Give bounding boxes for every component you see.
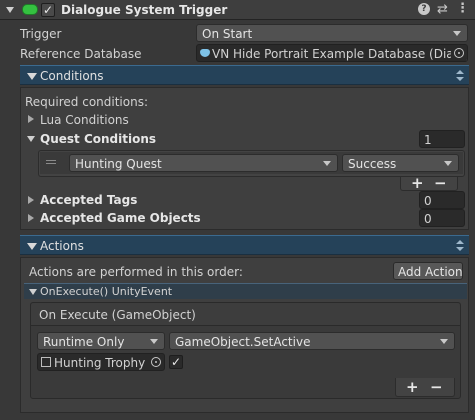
- collapse-arrow-icon[interactable]: [27, 136, 35, 142]
- reference-database-field[interactable]: VN Hide Portrait Example Database (Dialo…: [196, 44, 468, 62]
- accepted-game-objects-count[interactable]: 0: [419, 209, 465, 227]
- expand-arrow-icon[interactable]: [28, 196, 34, 204]
- chevron-down-icon: [453, 31, 461, 36]
- enabled-checkbox[interactable]: ✓: [41, 3, 55, 17]
- add-quest-button[interactable]: +: [411, 176, 424, 191]
- expand-arrow-icon[interactable]: [28, 214, 34, 222]
- add-event-button[interactable]: +: [406, 380, 419, 395]
- list-footer: + −: [400, 176, 458, 191]
- actions-order-label: Actions are performed in this order:: [29, 265, 243, 279]
- unity-event-title-bar: On Execute (GameObject): [31, 303, 460, 326]
- quest-state-value: Success: [348, 157, 397, 171]
- more-options-icon[interactable]: ⋮: [456, 2, 469, 15]
- conditions-panel: Required conditions: Lua Conditions Ques…: [20, 87, 469, 230]
- list-footer: + −: [395, 378, 455, 397]
- collapse-arrow-icon: [27, 243, 37, 250]
- quest-conditions-count[interactable]: 1: [419, 130, 465, 148]
- chevron-down-icon: [440, 339, 448, 344]
- actions-title: Actions: [40, 239, 84, 253]
- drag-handle-icon[interactable]: [46, 160, 56, 161]
- runtime-dropdown[interactable]: Runtime Only: [37, 332, 165, 350]
- database-icon: [200, 49, 210, 57]
- chevron-down-icon: [150, 339, 158, 344]
- accepted-game-objects-foldout[interactable]: Accepted Game Objects: [40, 212, 201, 224]
- expand-arrow-icon[interactable]: [28, 115, 34, 123]
- object-picker-icon[interactable]: [454, 48, 464, 58]
- chevron-down-icon: [444, 161, 452, 166]
- quest-conditions-foldout[interactable]: Quest Conditions: [40, 133, 156, 145]
- presets-icon[interactable]: ⇄: [437, 3, 448, 16]
- method-value: GameObject.SetActive: [175, 335, 311, 349]
- actions-section-header[interactable]: Actions: [20, 235, 469, 255]
- trigger-value: On Start: [202, 27, 253, 41]
- remove-quest-button[interactable]: −: [434, 176, 447, 191]
- target-object-value: Hunting Trophy: [54, 356, 146, 370]
- conditions-title: Conditions: [40, 69, 104, 83]
- trigger-label: Trigger: [20, 27, 62, 41]
- list-item: Runtime Only GameObject.SetActive Huntin…: [33, 329, 458, 373]
- collapse-arrow-icon[interactable]: [6, 7, 14, 13]
- reorder-icon[interactable]: [456, 70, 464, 81]
- required-conditions-label: Required conditions:: [25, 95, 148, 109]
- accepted-tags-value: 0: [424, 194, 432, 208]
- add-action-label: Add Action: [398, 265, 463, 279]
- quest-count-value: 1: [424, 133, 432, 147]
- lua-conditions-foldout[interactable]: Lua Conditions: [40, 114, 129, 126]
- accepted-game-objects-value: 0: [424, 212, 432, 226]
- remove-event-button[interactable]: −: [430, 380, 443, 395]
- script-icon: [22, 4, 38, 15]
- actions-panel: Actions are performed in this order: Add…: [20, 257, 469, 413]
- add-action-button[interactable]: Add Action: [393, 262, 463, 280]
- collapse-arrow-icon: [29, 289, 37, 295]
- accepted-tags-foldout[interactable]: Accepted Tags: [40, 194, 137, 206]
- quest-list: Hunting Quest Success: [38, 150, 465, 177]
- conditions-section-header[interactable]: Conditions: [20, 65, 469, 85]
- component-header: ✓ Dialogue System Trigger ? ⇄ ⋮: [0, 0, 475, 20]
- reference-database-label: Reference Database: [20, 47, 142, 61]
- runtime-value: Runtime Only: [43, 335, 125, 349]
- chevron-down-icon: [323, 161, 331, 166]
- onexecute-event-header[interactable]: OnExecute() UnityEvent: [24, 283, 467, 299]
- set-active-checkbox[interactable]: ✓: [169, 355, 183, 369]
- unity-event-title: On Execute (GameObject): [39, 308, 196, 322]
- reference-database-value: VN Hide Portrait Example Database (Dialo…: [212, 47, 468, 61]
- reorder-icon[interactable]: [456, 240, 464, 251]
- target-object-field[interactable]: Hunting Trophy: [37, 353, 165, 371]
- quest-name-value: Hunting Quest: [75, 157, 162, 171]
- object-picker-icon[interactable]: [151, 357, 161, 367]
- collapse-arrow-icon: [27, 73, 37, 80]
- help-icon[interactable]: ?: [418, 3, 430, 15]
- trigger-dropdown[interactable]: On Start: [196, 24, 468, 42]
- quest-name-dropdown[interactable]: Hunting Quest: [69, 154, 338, 172]
- method-dropdown[interactable]: GameObject.SetActive: [169, 332, 455, 350]
- accepted-tags-count[interactable]: 0: [419, 191, 465, 209]
- component-title: Dialogue System Trigger: [61, 3, 228, 17]
- list-item: Hunting Quest Success: [40, 152, 463, 174]
- quest-state-dropdown[interactable]: Success: [342, 154, 459, 172]
- gameobject-icon: [41, 357, 51, 367]
- onexecute-event-title: OnExecute() UnityEvent: [40, 285, 173, 298]
